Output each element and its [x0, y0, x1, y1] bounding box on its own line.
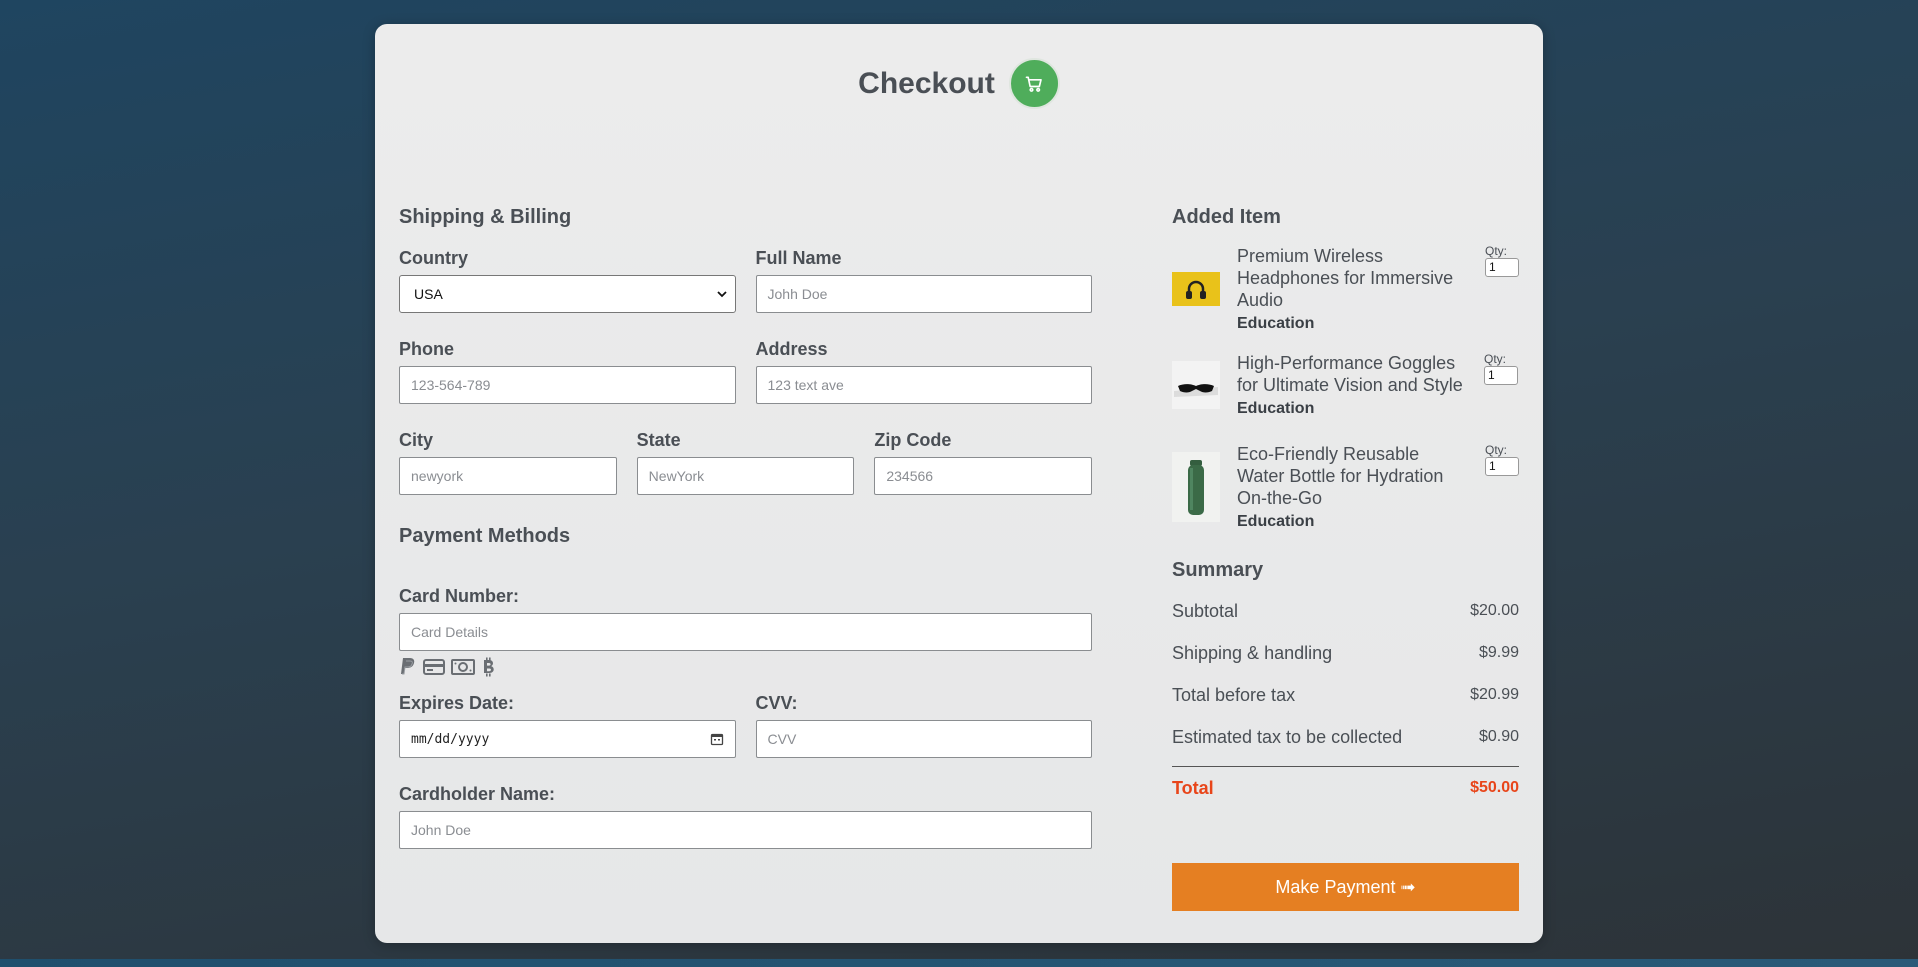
page-bottom-strip — [0, 959, 1918, 967]
summary-row: Shipping & handling $9.99 — [1172, 632, 1519, 674]
expires-label: Expires Date: — [399, 693, 515, 713]
address-field[interactable]: 123 text ave — [755, 366, 1092, 404]
summary-row: Estimated tax to be collected $0.90 — [1172, 716, 1519, 758]
item-category: Education — [1237, 315, 1315, 332]
country-label: Country — [399, 248, 468, 268]
make-payment-button[interactable]: Make Payment ➟ — [1172, 863, 1519, 911]
headphones-thumbnail — [1172, 245, 1220, 333]
phone-field[interactable]: 123-564-789 — [399, 366, 736, 404]
chevron-down-icon — [716, 291, 727, 298]
country-value: USA — [414, 286, 443, 302]
total-row: Total $50.00 — [1172, 766, 1519, 809]
cart-item: High-Performance Goggles for Ultimate Vi… — [1172, 352, 1519, 418]
summary-value: $20.00 — [1470, 602, 1519, 619]
bitcoin-icon[interactable] — [481, 657, 495, 677]
payment-section-title: Payment Methods — [399, 525, 571, 547]
cart-icon — [1008, 58, 1060, 109]
fullname-field[interactable]: Johh Doe — [755, 275, 1092, 313]
order-panel: Added Item Premium Wireless Headphones f… — [1172, 184, 1519, 809]
summary-value: $9.99 — [1478, 644, 1519, 661]
item-category: Education — [1237, 400, 1315, 417]
qty-label: Qty: — [1484, 352, 1507, 366]
item-category: Education — [1237, 513, 1315, 530]
cash-icon[interactable] — [451, 658, 475, 676]
cart-item: Eco-Friendly Reusable Water Bottle for H… — [1172, 443, 1519, 531]
shipping-billing-form: Shipping & Billing Country USA Full Name… — [399, 184, 1093, 849]
summary-row: Subtotal $20.00 — [1172, 590, 1519, 632]
summary-row: Total before tax $20.99 — [1172, 674, 1519, 716]
summary-label: Estimated tax to be collected — [1172, 726, 1403, 747]
cart-item: Premium Wireless Headphones for Immersiv… — [1172, 244, 1519, 333]
summary-label: Subtotal — [1172, 600, 1239, 621]
qty-input[interactable]: 1 — [1485, 457, 1519, 476]
item-title: Eco-Friendly Reusable Water Bottle for H… — [1237, 444, 1444, 508]
page-title: Checkout — [858, 66, 995, 100]
summary-value: $20.99 — [1470, 686, 1519, 703]
state-field[interactable]: NewYork — [636, 457, 855, 495]
card-number-label: Card Number: — [399, 586, 520, 606]
goggles-thumbnail — [1172, 352, 1220, 418]
summary-label: Shipping & handling — [1172, 642, 1333, 663]
summary-label: Total before tax — [1172, 684, 1296, 705]
qty-control: Qty: 1 — [1485, 443, 1519, 476]
qty-input[interactable]: 1 — [1485, 258, 1519, 277]
phone-label: Phone — [399, 339, 455, 359]
summary-title: Summary — [1172, 559, 1264, 581]
address-label: Address — [755, 339, 828, 359]
item-title: Premium Wireless Headphones for Immersiv… — [1237, 246, 1454, 310]
qty-label: Qty: — [1485, 443, 1508, 457]
cvv-label: CVV: — [755, 693, 798, 713]
checkout-header: Checkout — [375, 58, 1543, 109]
total-label: Total — [1172, 777, 1214, 798]
cardholder-name-field[interactable]: John Doe — [399, 811, 1092, 849]
summary-value: $0.90 — [1478, 728, 1519, 745]
qty-label: Qty: — [1485, 244, 1508, 258]
expires-placeholder: mm/dd/yyyy — [411, 731, 490, 747]
credit-card-icon[interactable] — [423, 658, 445, 676]
shipping-section-title: Shipping & Billing — [399, 206, 572, 228]
checkout-card: Checkout Shipping & Billing Country USA … — [375, 24, 1543, 943]
card-number-field[interactable]: Card Details — [399, 613, 1092, 651]
water-bottle-thumbnail — [1172, 443, 1220, 531]
cardholder-label: Cardholder Name: — [399, 784, 556, 804]
qty-control: Qty: 1 — [1485, 244, 1519, 277]
payment-method-icons — [399, 657, 1092, 677]
item-title: High-Performance Goggles for Ultimate Vi… — [1237, 353, 1463, 395]
cvv-field[interactable]: CVV — [755, 720, 1092, 758]
zip-field[interactable]: 234566 — [874, 457, 1093, 495]
expires-date-field[interactable]: mm/dd/yyyy — [399, 720, 736, 758]
paypal-icon[interactable] — [399, 657, 417, 677]
qty-control: Qty: 1 — [1484, 352, 1518, 385]
qty-input[interactable]: 1 — [1484, 366, 1518, 385]
state-label: State — [636, 430, 681, 450]
calendar-icon[interactable] — [710, 732, 724, 746]
country-select[interactable]: USA — [399, 275, 736, 313]
added-items-title: Added Item — [1172, 206, 1281, 228]
city-field[interactable]: newyork — [399, 457, 617, 495]
fullname-label: Full Name — [755, 248, 842, 268]
total-value: $50.00 — [1470, 779, 1519, 796]
zip-label: Zip Code — [874, 430, 952, 450]
city-label: City — [399, 430, 434, 450]
